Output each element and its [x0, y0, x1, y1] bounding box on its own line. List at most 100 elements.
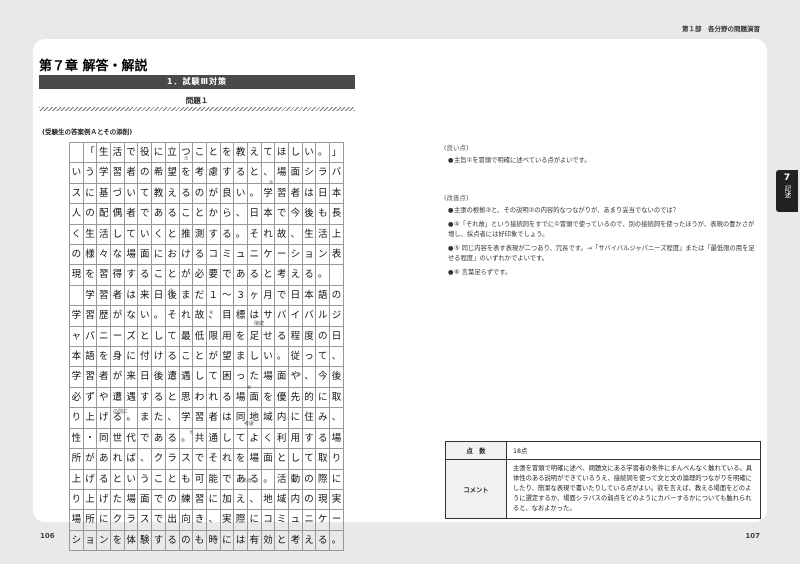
grid-cell: 語 [82, 346, 98, 368]
correction-mark: ② [269, 180, 274, 186]
grid-cell: 面 [137, 488, 153, 511]
grid-cell: り [69, 407, 84, 429]
grid-cell: 良 [219, 182, 235, 205]
grid-cell: で [219, 264, 235, 286]
grid-cell: の [315, 325, 331, 348]
grid-cell: 場 [69, 509, 84, 531]
correction-mark: ⑤ [297, 372, 302, 378]
grid-cell: あ [96, 448, 112, 470]
grid-cell: 従 [288, 346, 303, 368]
grid-cell [69, 284, 84, 307]
grid-cell: の [137, 162, 153, 184]
grid-cell: 学 [260, 182, 276, 205]
grid-cell: い [123, 182, 139, 205]
grid-row: 学習者は来日後まだ １ 〜 ３ ヶ月で日本語の [69, 284, 344, 307]
grid-cell: 人 [69, 203, 84, 225]
grid-cell: る [164, 346, 180, 368]
grid-row: いう学習者の希望を考慮すると、場面シラバ [69, 162, 344, 184]
grid-cell: 所 [82, 509, 98, 531]
grid-cell: 推 [178, 223, 194, 246]
score-table: 点 数 18点 コメント 主張を冒頭で明確に述べ、問題文にある学習者の条件にまん… [445, 441, 761, 519]
grid-cell: 面 [137, 244, 153, 266]
grid-row: の様々な場面におけるコミュニケーション表 [69, 244, 344, 266]
grid-cell: ス [69, 182, 84, 205]
grid-cell: 本 [329, 182, 344, 205]
grid-cell: で [192, 448, 207, 470]
grid-cell: を [82, 264, 98, 286]
grid-cell: で [137, 427, 153, 450]
grid-cell: ー [329, 509, 344, 531]
grid-cell: る [274, 325, 289, 348]
grid-cell: 現 [69, 264, 84, 286]
grid-cell: ス [137, 509, 153, 531]
grid-cell: し [288, 141, 303, 164]
grid-cell: 習 [274, 182, 289, 205]
grid-cell: に [219, 529, 235, 552]
grid-cell: に [82, 182, 98, 205]
grid-cell: 者 [123, 203, 139, 225]
improvement-heading: (改善点) [444, 194, 469, 202]
grid-cell: げ [82, 468, 98, 490]
grid-cell: い [233, 182, 248, 205]
grid-cell: 、 [164, 407, 180, 429]
grid-cell: ク [151, 448, 166, 470]
grid-cell: と [260, 264, 276, 286]
grid-cell: 本 [301, 284, 317, 307]
grid-cell: が [178, 264, 194, 286]
grid-cell: い [69, 162, 84, 184]
grid-cell: て [205, 366, 221, 388]
grid-row: ションを体験するのも時には有効と考える。 [69, 529, 344, 552]
grid-cell: 立 [164, 141, 180, 164]
grid-cell: ケ [260, 244, 276, 266]
grid-cell: 場 [123, 488, 139, 511]
grid-cell: 通 [205, 427, 221, 450]
grid-cell: の [329, 284, 344, 307]
grid-cell: が [205, 182, 221, 205]
grid-cell: づ [110, 182, 125, 205]
grid-cell: 生 [96, 141, 112, 164]
grid-cell: あ [151, 427, 166, 450]
grid-cell: が [110, 305, 125, 327]
grid-cell: ー [110, 325, 125, 348]
grid-cell: ニ [96, 325, 112, 348]
grid-cell: 面 [260, 448, 276, 470]
grid-row: 学習者が来日後遭遇して困った場面や、今後 [69, 366, 344, 388]
correction-mark: ③ [169, 288, 174, 294]
grid-cell: 、 [288, 223, 303, 246]
grid-cell: 日 [315, 182, 331, 205]
grid-cell: と [110, 468, 125, 490]
grid-cell: ュ [288, 509, 303, 531]
grid-cell: 今 [288, 203, 303, 225]
grid-cell: げ [96, 407, 112, 429]
grid-cell: 可 [192, 468, 207, 490]
grid-cell: バ [329, 162, 344, 184]
grid-cell: イ [288, 305, 303, 327]
grid-cell: 向 [178, 509, 194, 531]
grid-cell: 低 [192, 325, 207, 348]
grid-row: 上げるということも可能である。活動の際に [69, 468, 344, 490]
grid-cell: て [123, 223, 139, 246]
grid-cell: 面 [274, 366, 289, 388]
grid-cell: 上 [69, 468, 84, 490]
chapter-tab-label: 記述 [783, 185, 791, 198]
grid-cell: バ [301, 305, 317, 327]
grid-cell: は [123, 284, 139, 307]
grid-cell: 場 [233, 386, 248, 409]
grid-cell: い [301, 141, 317, 164]
grid-cell: る [164, 529, 180, 552]
grid-cell: る [164, 427, 180, 450]
grid-cell: ま [178, 284, 194, 307]
grid-cell: ず [82, 386, 98, 409]
grid-cell: は [219, 407, 235, 429]
grid-cell: 。 [246, 182, 262, 205]
improvement-point: ●⑥ 言葉足らずです。 [448, 269, 512, 276]
grid-cell: 場 [123, 244, 139, 266]
grid-cell: 習 [82, 305, 98, 327]
grid-cell: を [219, 141, 235, 164]
grid-cell: 、 [205, 509, 221, 531]
score-value: 18点 [506, 441, 761, 460]
grid-cell: こ [151, 264, 166, 286]
grid-cell: く [69, 223, 84, 246]
grid-cell: ク [110, 509, 125, 531]
grid-cell: て [301, 448, 317, 470]
